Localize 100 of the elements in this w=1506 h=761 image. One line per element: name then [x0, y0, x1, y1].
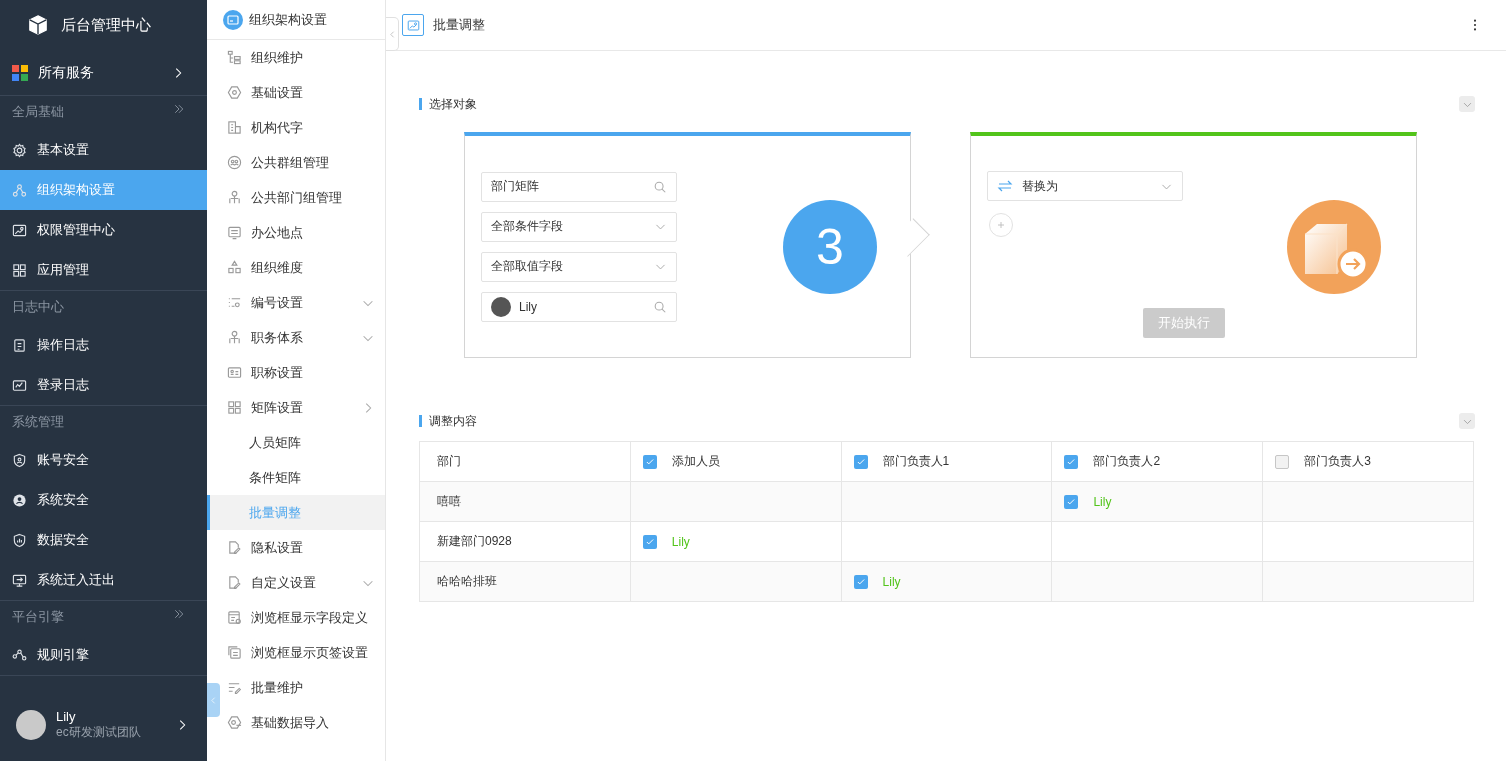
user-name: Lily	[56, 709, 77, 724]
menu-item[interactable]: 批量维护	[220, 670, 385, 705]
cube-logo-icon	[27, 14, 49, 36]
four-squares-icon	[12, 64, 28, 81]
monitor-icon	[12, 572, 27, 588]
nav-item[interactable]: 系统迁入迁出	[0, 560, 207, 600]
menu-item[interactable]: 组织维度	[220, 250, 385, 285]
checkmark-icon	[855, 456, 866, 467]
menu-item[interactable]: 矩阵设置	[220, 390, 385, 425]
menu-item[interactable]: 编号设置	[220, 285, 385, 320]
nav-item[interactable]: 基本设置	[0, 130, 207, 170]
menu-item[interactable]: 自定义设置	[220, 565, 385, 600]
collapse-button[interactable]	[1459, 413, 1475, 429]
count-circle: 3	[783, 199, 877, 294]
menu-item[interactable]: 人员矩阵	[207, 425, 385, 460]
swap-arrows-icon	[997, 178, 1013, 194]
checkbox[interactable]	[1275, 454, 1290, 469]
nav-item[interactable]: 权限管理中心	[0, 210, 207, 250]
checkbox[interactable]	[853, 574, 868, 589]
menu-item[interactable]: 浏览框显示页签设置	[220, 635, 385, 670]
nav-item[interactable]: 应用管理	[0, 250, 207, 290]
checkmark-icon	[1066, 496, 1077, 507]
replace-dropdown[interactable]: 替换为	[987, 171, 1183, 201]
building-icon	[227, 120, 242, 135]
table-cell: 哈哈哈排班	[419, 561, 631, 602]
section-title: 调整内容	[419, 415, 477, 427]
checkbox[interactable]	[1064, 494, 1079, 509]
nav-item[interactable]: 登录日志	[0, 365, 207, 405]
document-edit-icon	[227, 575, 242, 590]
org-chart-icon	[12, 182, 27, 198]
id-card-icon	[12, 222, 27, 238]
menu-item[interactable]: 浏览框显示字段定义	[220, 600, 385, 635]
checkmark-icon	[855, 576, 866, 587]
badge-icon	[223, 9, 243, 30]
group-icon	[227, 155, 242, 170]
nav-item[interactable]: 账号安全	[0, 440, 207, 480]
shield-icon	[12, 452, 27, 468]
section-title: 选择对象	[419, 98, 477, 110]
menu-item[interactable]: 组织维护	[220, 40, 385, 75]
group-label: 日志中心	[12, 298, 64, 316]
dropdown-field[interactable]: 全部取值字段	[481, 251, 677, 282]
menu-item[interactable]: 职务体系	[220, 320, 385, 355]
checkbox[interactable]	[642, 534, 657, 549]
tree-icon	[227, 50, 242, 65]
checkbox[interactable]	[853, 454, 868, 469]
person-name: Lily	[882, 574, 901, 589]
double-chevron-icon	[173, 608, 185, 620]
avatar	[491, 296, 511, 317]
shapes-icon	[227, 260, 242, 275]
hexagon-icon	[227, 715, 242, 730]
avatar	[16, 710, 46, 740]
grid-icon	[12, 262, 27, 278]
menu-item[interactable]: 办公地点	[220, 215, 385, 250]
pages-icon	[227, 645, 242, 660]
user-profile[interactable]: Lily ec研发测试团队	[0, 700, 207, 750]
person-name: Lily	[671, 534, 690, 549]
user-circle-icon	[12, 492, 27, 508]
dropdown-field[interactable]: 全部条件字段	[481, 211, 677, 242]
grid-icon	[227, 400, 242, 415]
menu-item[interactable]: 基础设置	[220, 75, 385, 110]
table-cell: 新建部门0928	[419, 521, 631, 562]
person-icon	[227, 330, 242, 345]
menu-item[interactable]: 职称设置	[220, 355, 385, 390]
collapse-handle[interactable]	[207, 683, 220, 717]
menu-item[interactable]: 公共部门组管理	[220, 180, 385, 215]
nav-item[interactable]: 系统安全	[0, 480, 207, 520]
page-title: 批量调整	[433, 16, 486, 34]
chevron-left-icon	[387, 29, 397, 39]
group-label: 全局基础	[12, 103, 64, 121]
app-title: 后台管理中心	[61, 15, 151, 35]
menu-item[interactable]: 公共群组管理	[220, 145, 385, 180]
shield-icon	[12, 532, 27, 548]
menu-item[interactable]: 隐私设置	[220, 530, 385, 565]
table-cell: 嘻嘻	[419, 481, 631, 522]
chart-icon	[12, 377, 27, 393]
group-label: 系统管理	[12, 413, 64, 431]
team-name: ec研发测试团队	[56, 724, 142, 741]
add-button[interactable]	[989, 213, 1013, 237]
checkmark-icon	[644, 536, 655, 547]
collapse-button[interactable]	[1459, 96, 1475, 112]
menu-item[interactable]: 条件矩阵	[207, 460, 385, 495]
plus-icon	[995, 219, 1007, 231]
column-header: 添加人员	[671, 453, 720, 470]
menu-item[interactable]: 基础数据导入	[220, 705, 385, 740]
nav-item[interactable]: 规则引擎	[0, 635, 207, 675]
user-field[interactable]: Lily	[481, 291, 677, 322]
search-icon	[653, 179, 667, 194]
document-edit-icon	[227, 540, 242, 555]
column-header: 部门负责人3	[1304, 453, 1371, 470]
id-card-icon	[227, 365, 242, 380]
collapse-tab[interactable]	[386, 17, 399, 51]
all-services-item[interactable]: 所有服务	[0, 50, 207, 96]
checkbox[interactable]	[1064, 454, 1079, 469]
nav-item[interactable]: 数据安全	[0, 520, 207, 560]
search-field[interactable]: 部门矩阵	[481, 171, 677, 202]
browser-window-icon	[227, 610, 242, 625]
hexagon-icon	[227, 85, 242, 100]
menu-item[interactable]: 机构代字	[220, 110, 385, 145]
checkbox[interactable]	[642, 454, 657, 469]
nav-item[interactable]: 操作日志	[0, 325, 207, 365]
